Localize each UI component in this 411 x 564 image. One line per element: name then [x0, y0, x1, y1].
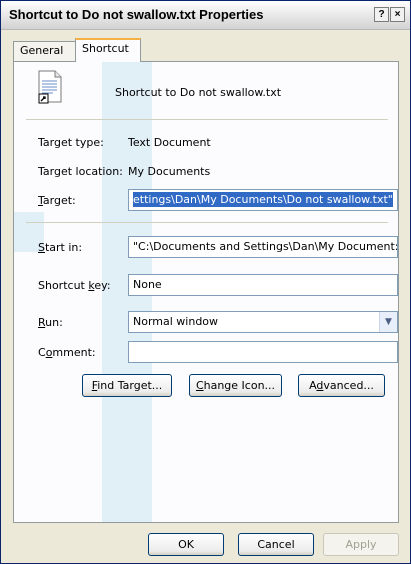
target-input-text: ettings\Dan\My Documents\Do not swallow.…	[133, 192, 393, 207]
title-bar[interactable]: Shortcut to Do not swallow.txt Propertie…	[1, 1, 410, 30]
find-target-button[interactable]: Find Target...	[82, 374, 172, 397]
shortcut-key-input[interactable]: None	[128, 274, 398, 296]
start-in-input[interactable]: "C:\Documents and Settings\Dan\My Docume…	[128, 236, 398, 258]
comment-label: Comment:	[38, 346, 96, 359]
target-label: Target:	[38, 194, 76, 207]
run-select[interactable]: Normal window ▼	[128, 311, 398, 333]
window-title: Shortcut to Do not swallow.txt Propertie…	[9, 7, 264, 22]
help-button[interactable]: ?	[374, 7, 389, 22]
chevron-down-icon[interactable]: ▼	[379, 312, 397, 332]
target-input[interactable]: ettings\Dan\My Documents\Do not swallow.…	[128, 189, 398, 211]
text-file-shortcut-icon	[38, 70, 62, 104]
divider	[26, 119, 388, 120]
target-location-label: Target location:	[38, 165, 123, 178]
comment-input[interactable]	[128, 341, 398, 363]
shortcut-tab-panel: Shortcut to Do not swallow.txt Target ty…	[13, 61, 399, 523]
target-location-value: My Documents	[128, 165, 211, 178]
change-icon-label: hange Icon...	[203, 379, 276, 392]
apply-button[interactable]: Apply	[323, 533, 399, 556]
tab-general[interactable]: General	[13, 41, 76, 61]
target-type-value: Text Document	[128, 136, 211, 149]
properties-window: Shortcut to Do not swallow.txt Propertie…	[0, 0, 411, 564]
change-icon-button[interactable]: Change Icon...	[189, 374, 282, 397]
close-button[interactable]: ×	[390, 7, 405, 22]
tab-shortcut[interactable]: Shortcut	[75, 38, 141, 62]
divider	[26, 222, 388, 223]
find-target-label: ind Target...	[97, 379, 163, 392]
advanced-button[interactable]: Advanced...	[298, 374, 385, 397]
advanced-label: vanced...	[323, 379, 374, 392]
shortcut-key-label: Shortcut key:	[38, 279, 111, 292]
run-select-value: Normal window	[133, 315, 219, 328]
start-in-label: Start in:	[38, 241, 83, 254]
cancel-button[interactable]: Cancel	[238, 533, 314, 556]
run-label: Run:	[38, 316, 63, 329]
ok-button[interactable]: OK	[148, 533, 224, 556]
shortcut-name: Shortcut to Do not swallow.txt	[115, 86, 282, 99]
target-type-label: Target type:	[38, 136, 104, 149]
